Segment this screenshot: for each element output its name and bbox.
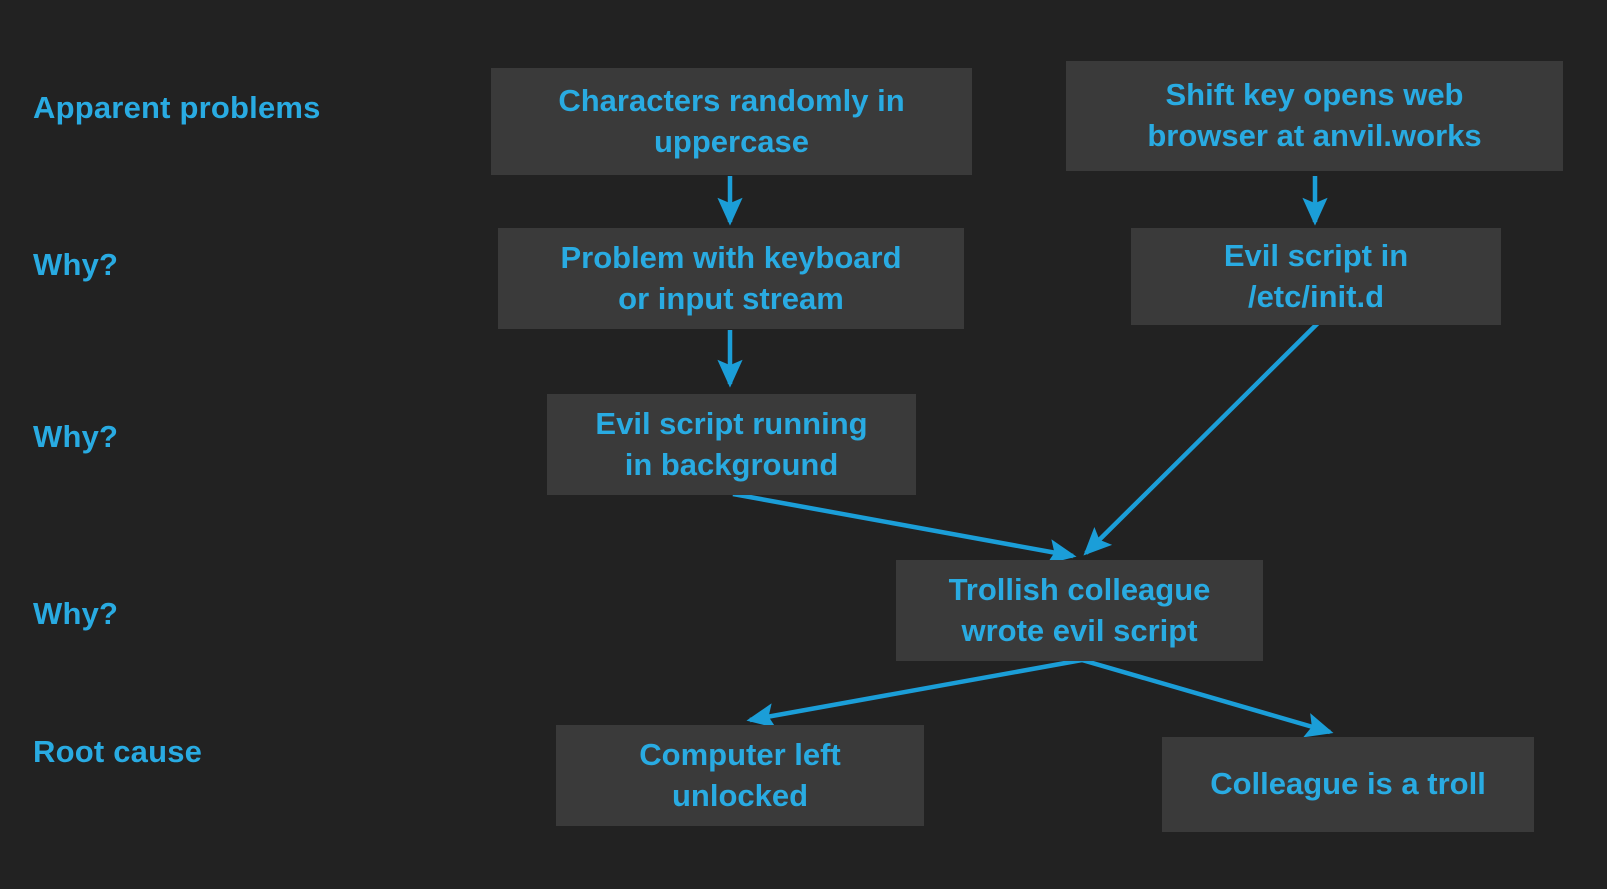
arrow-trollish-to-unlocked xyxy=(746,657,1083,729)
node-line-2: in background xyxy=(624,446,839,482)
node-line-2: browser at anvil.works xyxy=(1147,118,1482,153)
node-shift-key-browser[interactable]: Shift key opens web browser at anvil.work… xyxy=(1066,61,1563,171)
stage-label-why-1: Why? xyxy=(33,247,119,282)
stage-label-apparent-problems: Apparent problems xyxy=(33,90,321,125)
node-trollish-colleague[interactable]: Trollish colleague wrote evil script xyxy=(896,560,1263,661)
node-keyboard-problem[interactable]: Problem with keyboard or input stream xyxy=(498,228,964,329)
node-line-1: Evil script running xyxy=(595,405,868,441)
node-shift-key-browser-text: Shift key opens web browser at anvil.work… xyxy=(1074,75,1555,157)
stage-label-why-3: Why? xyxy=(33,596,119,631)
node-keyboard-problem-text: Problem with keyboard or input stream xyxy=(506,238,956,320)
node-line-2: or input stream xyxy=(618,280,844,316)
node-line-2: /etc/init.d xyxy=(1247,278,1385,314)
node-evil-script-background[interactable]: Evil script running in background xyxy=(547,394,916,495)
node-line-1: Computer left xyxy=(639,736,841,772)
node-line-1: Characters randomly in xyxy=(558,82,905,118)
node-line-2: wrote evil script xyxy=(961,612,1198,648)
node-line-1: Evil script in xyxy=(1223,237,1409,273)
node-line-1: Shift key opens web xyxy=(1165,77,1464,113)
diagram-canvas: Apparent problems Why? Why? Why? Root ca… xyxy=(0,0,1607,889)
node-computer-unlocked[interactable]: Computer left unlocked xyxy=(556,725,924,826)
stage-label-why-2: Why? xyxy=(33,419,119,454)
stage-label-root-cause: Root cause xyxy=(33,734,203,769)
arrow-initd-to-trollish xyxy=(1083,321,1320,556)
node-line-2: unlocked xyxy=(671,777,809,813)
node-evil-script-initd[interactable]: Evil script in/etc/init.d xyxy=(1131,228,1501,325)
node-characters-uppercase[interactable]: Characters randomly in uppercase xyxy=(491,68,972,175)
node-trollish-colleague-text: Trollish colleague wrote evil script xyxy=(904,570,1255,652)
node-computer-unlocked-text: Computer left unlocked xyxy=(564,735,916,817)
node-colleague-troll[interactable]: Colleague is a troll xyxy=(1162,737,1534,832)
node-characters-uppercase-text: Characters randomly in uppercase xyxy=(499,81,964,163)
node-evil-script-initd-text: Evil script in/etc/init.d xyxy=(1139,236,1493,318)
node-colleague-troll-text: Colleague is a troll xyxy=(1210,766,1486,802)
node-line-1: Trollish colleague xyxy=(948,571,1211,607)
node-line-2: uppercase xyxy=(653,123,810,159)
node-evil-script-background-text: Evil script running in background xyxy=(555,404,908,486)
arrow-background-to-trollish xyxy=(732,491,1077,565)
node-line-1: Problem with keyboard xyxy=(560,239,902,275)
arrow-trollish-to-troll xyxy=(1081,657,1334,738)
